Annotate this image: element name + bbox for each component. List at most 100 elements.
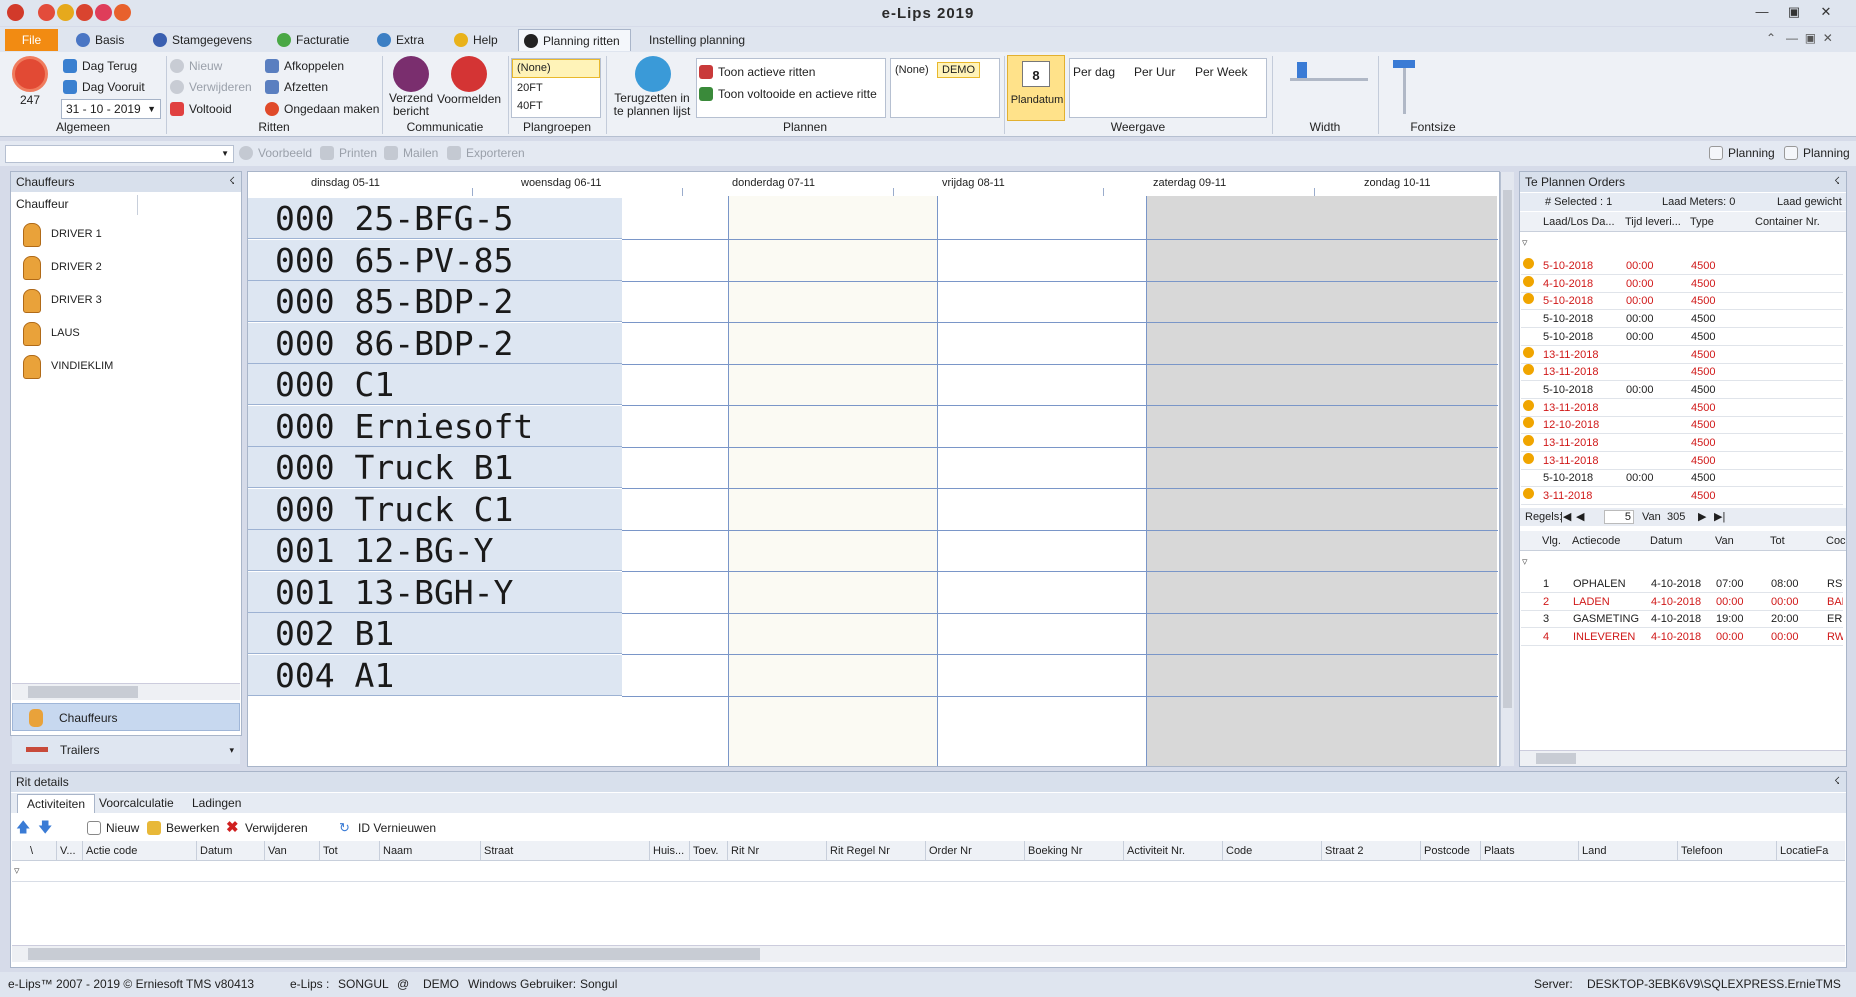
- day-column-today[interactable]: [728, 196, 937, 766]
- order-row[interactable]: 13-11-2018 4500: [1521, 399, 1843, 417]
- tab-help[interactable]: Help: [449, 29, 498, 51]
- driver-item[interactable]: VINDIEKLIM: [20, 353, 220, 381]
- refresh-icon[interactable]: [12, 56, 48, 92]
- order-row[interactable]: 13-11-2018 4500: [1521, 452, 1843, 470]
- detail-column-header[interactable]: Toev.: [693, 845, 718, 857]
- afkoppelen-button[interactable]: Afkoppelen: [263, 56, 344, 76]
- column-header[interactable]: Tot: [1770, 535, 1785, 547]
- voorbeeld-button[interactable]: Voorbeeld: [237, 143, 312, 163]
- tab-extra[interactable]: Extra: [372, 29, 424, 51]
- afzetten-button[interactable]: Afzetten: [263, 77, 328, 97]
- day-header[interactable]: dinsdag 05-11: [311, 177, 380, 189]
- detail-column-header[interactable]: Code: [1226, 845, 1252, 857]
- scrollbar-thumb[interactable]: [28, 686, 138, 698]
- column-header[interactable]: Coc: [1826, 535, 1846, 547]
- activity-row[interactable]: 2 LADEN 4-10-2018 00:00 00:00 BAK: [1521, 594, 1843, 611]
- plandatum-button[interactable]: 8 Plandatum: [1007, 55, 1065, 121]
- voormelden-button[interactable]: Voormelden: [437, 92, 501, 106]
- horizontal-scrollbar[interactable]: [12, 683, 240, 700]
- verwijderen-button[interactable]: Verwijderen: [168, 77, 252, 97]
- pager-page-input[interactable]: 5: [1604, 510, 1634, 524]
- nav-trailers[interactable]: Trailers ▾: [12, 736, 240, 764]
- detail-column-header[interactable]: Naam: [383, 845, 412, 857]
- filter-icon[interactable]: ▿: [14, 864, 20, 877]
- order-row[interactable]: 13-11-2018 4500: [1521, 364, 1843, 382]
- detail-nieuw-button[interactable]: Nieuw: [85, 818, 139, 838]
- order-row[interactable]: 12-10-2018 4500: [1521, 417, 1843, 435]
- width-slider-track[interactable]: [1290, 78, 1368, 81]
- column-header[interactable]: Laad/Los Da...: [1543, 216, 1615, 228]
- driver-item[interactable]: DRIVER 1: [20, 221, 220, 249]
- detail-column-header[interactable]: Straat: [484, 845, 513, 857]
- nav-chauffeurs[interactable]: Chauffeurs: [12, 703, 240, 731]
- column-header[interactable]: Vlg.: [1542, 535, 1561, 547]
- column-header[interactable]: Tijd leveri...: [1625, 216, 1681, 228]
- detail-filter-row[interactable]: ▿: [12, 862, 1845, 882]
- tab-voorcalculatie[interactable]: Voorcalculatie: [99, 796, 174, 810]
- toon-voltooide-ritten[interactable]: Toon voltooide en actieve ritte: [697, 84, 885, 104]
- filter-icon[interactable]: ▿: [1522, 555, 1528, 568]
- dag-terug-button[interactable]: Dag Terug: [61, 56, 137, 76]
- day-column[interactable]: [937, 196, 1146, 766]
- move-down-icon[interactable]: 🡇: [38, 817, 52, 835]
- filter-none[interactable]: (None): [895, 64, 929, 76]
- toon-actieve-ritten[interactable]: Toon actieve ritten: [697, 62, 885, 82]
- vertical-scrollbar[interactable]: [1500, 172, 1514, 766]
- driver-item[interactable]: DRIVER 3: [20, 287, 220, 315]
- tab-ladingen[interactable]: Ladingen: [192, 796, 241, 810]
- weekend-column[interactable]: [1146, 196, 1497, 766]
- pin-icon[interactable]: ☇: [1834, 772, 1840, 792]
- pin-icon[interactable]: ☇: [1834, 172, 1840, 192]
- order-row[interactable]: 5-10-2018 00:00 4500: [1521, 311, 1843, 329]
- pager-last-button[interactable]: ▶|: [1714, 508, 1725, 526]
- column-header[interactable]: Datum: [1650, 535, 1682, 547]
- resource-row-label[interactable]: 001 13-BGH-Y: [248, 571, 622, 613]
- detail-column-header[interactable]: Boeking Nr: [1028, 845, 1082, 857]
- file-menu-button[interactable]: File: [5, 29, 58, 51]
- close-button[interactable]: ✕: [1814, 4, 1838, 22]
- resource-row-label[interactable]: 004 A1: [248, 654, 622, 696]
- plangroep-item[interactable]: 40FT: [512, 98, 600, 114]
- order-row[interactable]: 5-10-2018 00:00 4500: [1521, 293, 1843, 311]
- order-row[interactable]: 5-10-2018 00:00 4500: [1521, 470, 1843, 488]
- detail-column-header[interactable]: Rit Regel Nr: [830, 845, 890, 857]
- nieuw-button[interactable]: Nieuw: [168, 56, 222, 76]
- mailen-button[interactable]: Mailen: [382, 143, 438, 163]
- planning-toggle-2[interactable]: Planning: [1782, 143, 1850, 163]
- resource-row-label[interactable]: 000 Erniesoft: [248, 405, 622, 447]
- detail-column-header[interactable]: Actie code: [86, 845, 137, 857]
- day-header[interactable]: donderdag 07-11: [732, 177, 815, 189]
- detail-column-header[interactable]: V...: [60, 845, 76, 857]
- tab-basis[interactable]: Basis: [71, 29, 124, 51]
- voltooid-button[interactable]: Voltooid: [168, 99, 232, 119]
- dag-vooruit-button[interactable]: Dag Vooruit: [61, 77, 145, 97]
- voormelden-icon[interactable]: [451, 56, 487, 92]
- order-row[interactable]: 4-10-2018 00:00 4500: [1521, 275, 1843, 293]
- pager-first-button[interactable]: |◀: [1560, 508, 1571, 526]
- date-picker[interactable]: 31 - 10 - 2019 ▼: [61, 99, 161, 119]
- minimize-button[interactable]: —: [1750, 4, 1774, 22]
- pager-next-button[interactable]: ▶: [1698, 508, 1706, 526]
- driver-item[interactable]: LAUS: [20, 320, 220, 348]
- detail-column-header[interactable]: Land: [1582, 845, 1606, 857]
- per-week-option[interactable]: Per Week: [1195, 65, 1247, 79]
- pager-prev-button[interactable]: ◀: [1576, 508, 1584, 526]
- exporteren-button[interactable]: Exporteren: [445, 143, 525, 163]
- chauffeur-column-header[interactable]: Chauffeur: [16, 197, 68, 211]
- ongedaan-button[interactable]: Ongedaan maken: [263, 99, 379, 119]
- detail-verwijderen-button[interactable]: ✖ Verwijderen: [224, 818, 308, 838]
- terugzetten-icon[interactable]: [635, 56, 671, 92]
- resource-row-label[interactable]: 000 Truck B1: [248, 447, 622, 488]
- resource-row-label[interactable]: 000 65-PV-85: [248, 239, 622, 281]
- filter-box[interactable]: (None) DEMO: [890, 58, 1000, 118]
- tab-planning-ritten[interactable]: Planning ritten: [518, 29, 631, 51]
- tab-facturatie[interactable]: Facturatie: [272, 29, 349, 51]
- resource-row-label[interactable]: 000 Truck C1: [248, 488, 622, 530]
- per-uur-option[interactable]: Per Uur: [1134, 65, 1175, 79]
- filter-demo[interactable]: DEMO: [937, 62, 980, 78]
- pin-icon[interactable]: ☇: [229, 172, 235, 192]
- maximize-button[interactable]: ▣: [1782, 4, 1806, 22]
- scrollbar-thumb[interactable]: [28, 948, 760, 960]
- activity-row[interactable]: 3 GASMETING 4-10-2018 19:00 20:00 ERN: [1521, 611, 1843, 628]
- day-header[interactable]: woensdag 06-11: [521, 177, 602, 189]
